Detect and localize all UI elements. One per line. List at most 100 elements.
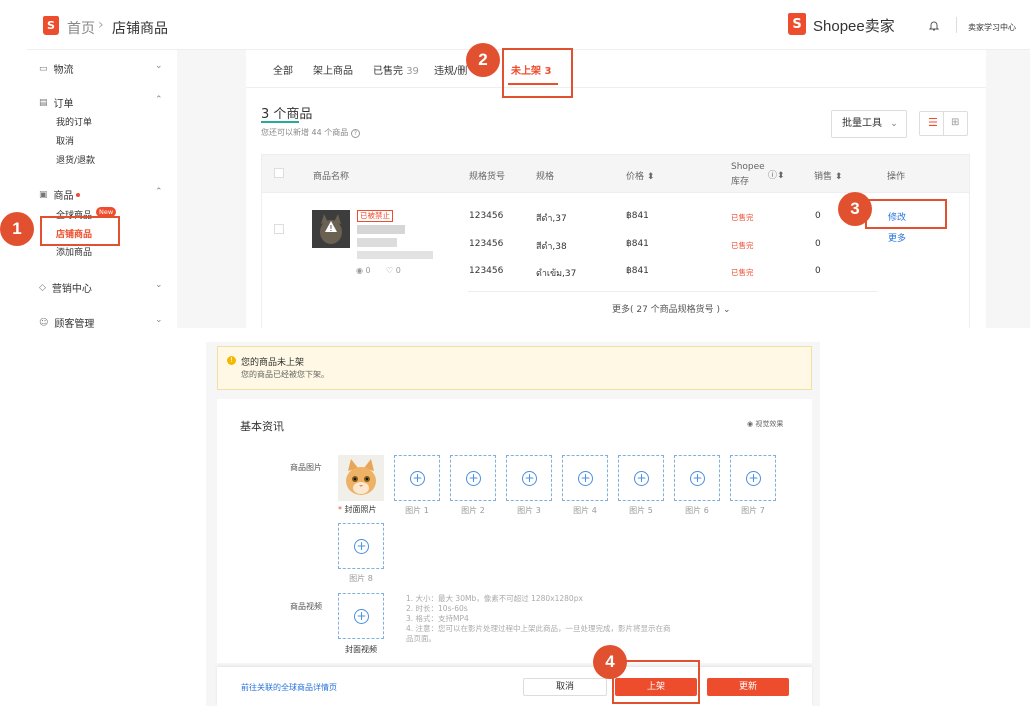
- product-thumbnail[interactable]: !: [312, 210, 350, 248]
- basic-info-card: 基本资讯 ◉ 视觉效果 商品图片 * 封面照片 + 图片 1 + 图片 2 + …: [217, 399, 812, 663]
- image-upload-slot[interactable]: +: [674, 455, 720, 501]
- images-label: 商品图片: [290, 463, 322, 472]
- chevron-down-icon: ⌄: [722, 305, 731, 315]
- truck-icon: ▭: [39, 63, 48, 74]
- col-price[interactable]: 价格 ⬍: [626, 169, 654, 182]
- sidebar-item-orders[interactable]: ▤ 订单: [39, 95, 74, 111]
- video-cover-label: 封面视频: [345, 645, 377, 654]
- tab-sold-out[interactable]: 已售完 39: [373, 62, 419, 77]
- callout-box-3: [865, 199, 947, 229]
- table-header-row: [261, 154, 970, 193]
- plus-icon: +: [466, 471, 481, 486]
- image-slot-label: 图片 5: [629, 506, 653, 515]
- sidebar-item-marketing[interactable]: ◇ 营销中心: [39, 280, 92, 296]
- image-slot-label: 图片 3: [517, 506, 541, 515]
- image-upload-slot[interactable]: +: [618, 455, 664, 501]
- row-checkbox[interactable]: [274, 224, 284, 234]
- col-stock-line2: 库存: [731, 177, 750, 187]
- chevron-up-icon[interactable]: ⌃: [155, 187, 163, 197]
- tab-all[interactable]: 全部: [273, 62, 293, 77]
- sidebar-item-label: 订单: [53, 99, 74, 110]
- row-sales: 0: [815, 239, 821, 249]
- sidebar-sub-cancel[interactable]: 取消: [56, 134, 74, 147]
- tab-live[interactable]: 架上商品: [313, 62, 353, 77]
- image-upload-slot[interactable]: +: [506, 455, 552, 501]
- tab-divider: [246, 87, 986, 88]
- sidebar-sub-my-orders[interactable]: 我的订单: [56, 115, 92, 128]
- callout-box-2: [502, 48, 573, 98]
- sidebar: ▭ 物流 ⌄ ▤ 订单 ⌃ 我的订单 取消 退货/退款 ▣ 商品 ⌃ 全球商品 New…: [27, 50, 177, 328]
- row-sku: 123456: [469, 266, 504, 276]
- select-all-checkbox[interactable]: [274, 168, 284, 178]
- video-rule: 品页面。: [406, 634, 436, 643]
- callout-number-1: 1: [0, 212, 34, 246]
- col-sales[interactable]: 销售 ⬍: [814, 169, 842, 182]
- sidebar-item-logistics[interactable]: ▭ 物流: [39, 61, 74, 77]
- row-stock: 已售完: [731, 213, 754, 222]
- remaining-quota: 您还可以新增 44 个商品 ?: [261, 127, 360, 138]
- image-slot-label: 图片 7: [741, 506, 765, 515]
- sidebar-sub-add-product[interactable]: 添加商品: [56, 245, 92, 258]
- blurred-name-line: [357, 251, 433, 259]
- tab-count: 39: [406, 66, 419, 77]
- cover-image[interactable]: [338, 455, 384, 501]
- unlisted-notice: ! 您的商品未上架 您的商品已经被您下架。: [217, 346, 812, 390]
- image-upload-slot[interactable]: +: [562, 455, 608, 501]
- bell-icon[interactable]: [928, 20, 940, 31]
- update-button[interactable]: 更新: [707, 678, 789, 696]
- row-sku: 123456: [469, 239, 504, 249]
- brand-name[interactable]: Shopee卖家: [813, 15, 895, 36]
- preview-link[interactable]: ◉ 视觉效果: [747, 419, 783, 429]
- image-slot-label: 图片 6: [685, 506, 709, 515]
- quota-progress-bar: [261, 121, 299, 123]
- stock-help-icon[interactable]: ⓘ⬍: [768, 168, 785, 181]
- help-icon[interactable]: ?: [350, 129, 360, 138]
- views-count: ◉ 0: [356, 266, 371, 275]
- row-price: ฿841: [626, 266, 649, 276]
- image-upload-slot[interactable]: +: [338, 523, 384, 569]
- chevron-down-icon[interactable]: ⌄: [155, 61, 163, 71]
- row-variation: สีดำ,38: [536, 242, 567, 252]
- remaining-text: 您还可以新增 44 个商品: [261, 128, 349, 137]
- eye-icon: ◉: [747, 420, 754, 428]
- cancel-button[interactable]: 取消: [523, 678, 607, 696]
- top-header: S 首页 › 店铺商品 S Shopee卖家 卖家学习中心: [27, 0, 1030, 50]
- callout-number-4: 4: [593, 645, 627, 679]
- required-mark: *: [338, 505, 342, 514]
- grid-icon: ⊞: [951, 117, 960, 128]
- chevron-down-icon[interactable]: ⌄: [155, 280, 163, 290]
- plus-icon: +: [578, 471, 593, 486]
- expand-variations-link[interactable]: 更多( 27 个商品规格货号 ) ⌄: [612, 302, 730, 315]
- sidebar-item-customer[interactable]: ☺ 顾客管理: [39, 315, 94, 329]
- global-product-link[interactable]: 前往关联的全球商品详情页: [241, 682, 337, 693]
- list-view-toggle[interactable]: ☰: [919, 111, 944, 136]
- section-title: 基本资讯: [240, 420, 284, 433]
- product-count: 3 个商品: [261, 107, 313, 122]
- sidebar-sub-returns[interactable]: 退货/退款: [56, 153, 95, 166]
- image-upload-slot[interactable]: +: [450, 455, 496, 501]
- more-link[interactable]: 更多: [888, 231, 906, 244]
- chevron-down-icon[interactable]: ⌄: [155, 315, 163, 325]
- bulk-tools-dropdown[interactable]: 批量工具 ⌄: [831, 110, 907, 138]
- likes-count: ♡ 0: [386, 266, 401, 275]
- breadcrumb-home[interactable]: 首页: [67, 18, 95, 38]
- list-icon: ☰: [928, 116, 938, 129]
- expand-label: 更多( 27 个商品规格货号 ): [612, 305, 721, 315]
- shopee-logo-icon[interactable]: S: [43, 16, 59, 35]
- bulk-tools-label: 批量工具: [842, 118, 882, 129]
- grid-view-toggle[interactable]: ⊞: [943, 111, 968, 136]
- video-upload-slot[interactable]: +: [338, 593, 384, 639]
- shopee-seller-logo-icon[interactable]: S: [788, 13, 806, 35]
- tab-violation[interactable]: 违规/删: [434, 62, 467, 77]
- chevron-up-icon[interactable]: ⌃: [155, 95, 163, 105]
- image-slot-label: 图片 4: [573, 506, 597, 515]
- image-slot-label: 图片 8: [349, 574, 373, 583]
- row-variation: ดำเข้ม,37: [536, 269, 577, 279]
- col-name: 商品名称: [313, 172, 350, 182]
- image-upload-slot[interactable]: +: [394, 455, 440, 501]
- box-icon: ▣: [39, 189, 48, 200]
- learning-center-link[interactable]: 卖家学习中心: [968, 22, 1016, 33]
- sidebar-item-products[interactable]: ▣ 商品: [39, 187, 80, 202]
- video-rules: 1. 大小：最大 30Mb，像素不可超过 1280x1280px 2. 时长：1…: [406, 594, 671, 644]
- image-upload-slot[interactable]: +: [730, 455, 776, 501]
